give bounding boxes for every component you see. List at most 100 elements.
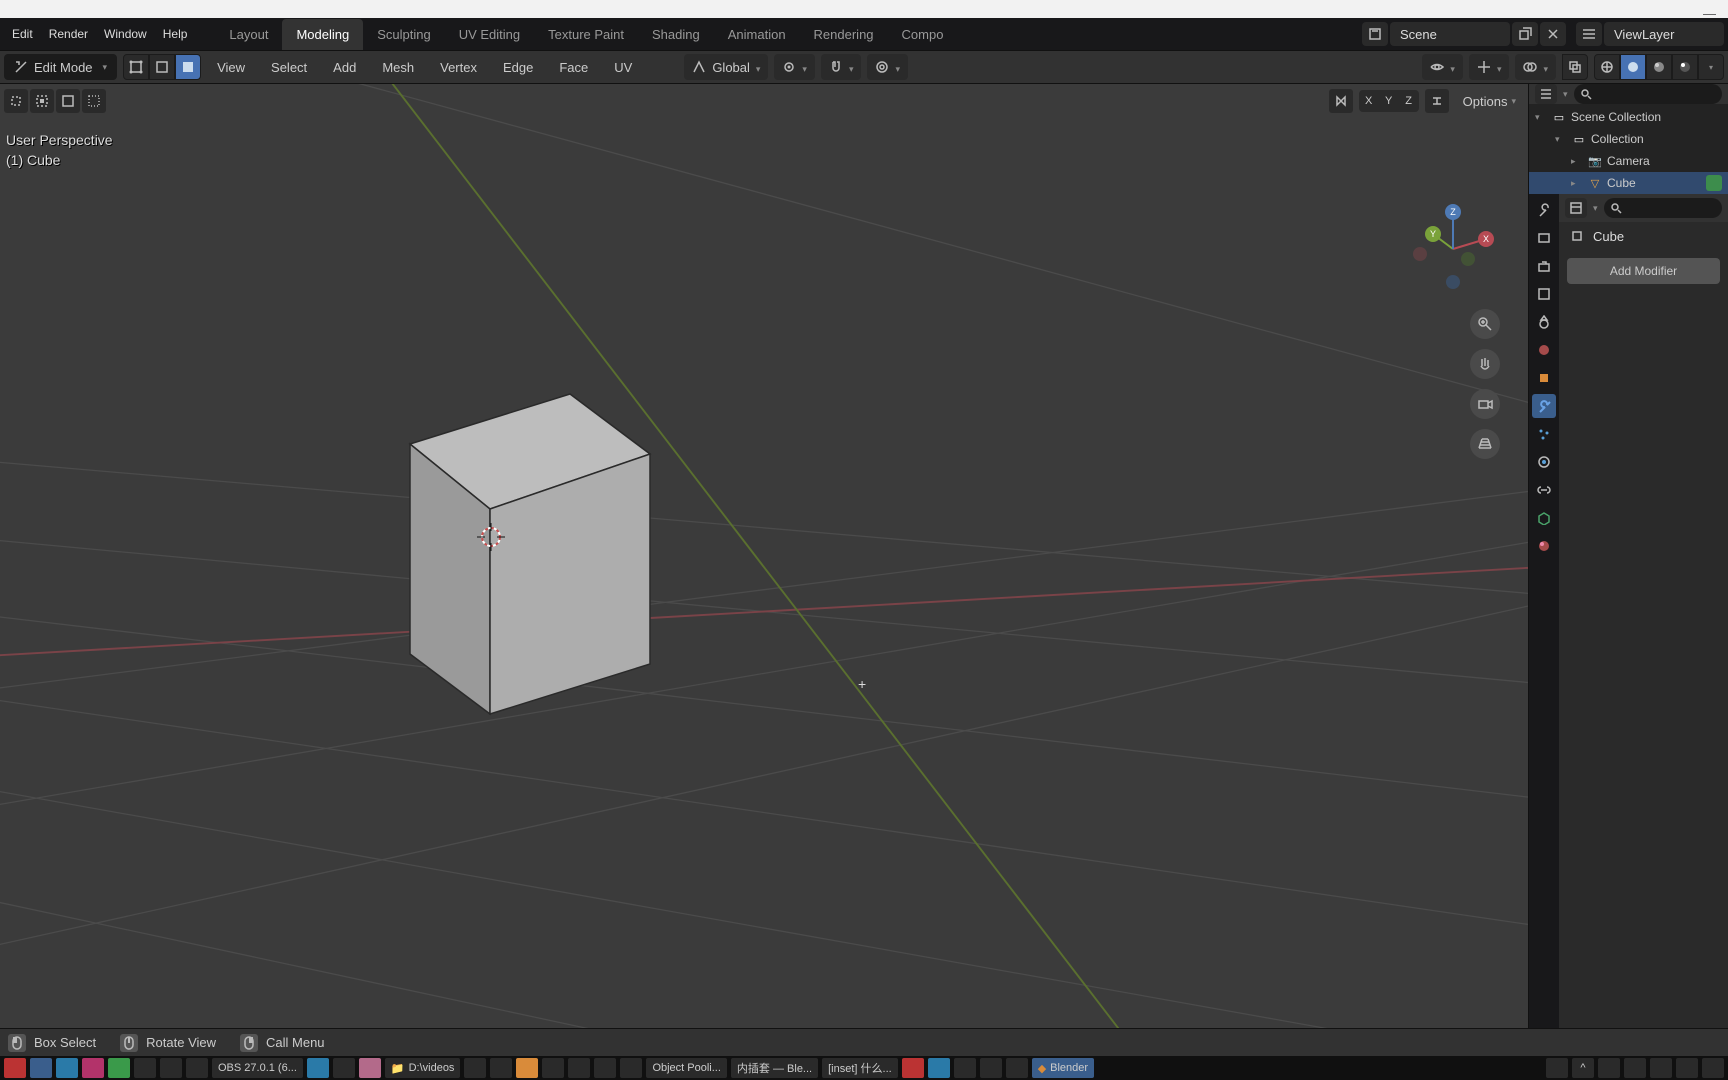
tray-icon-3[interactable] bbox=[1598, 1058, 1620, 1078]
perspective-icon[interactable] bbox=[1470, 429, 1500, 459]
snap-toggle[interactable] bbox=[821, 54, 862, 80]
selectmode-icon-3[interactable] bbox=[56, 89, 80, 113]
add-modifier-button[interactable]: Add Modifier bbox=[1567, 258, 1720, 284]
scene-delete-icon[interactable] bbox=[1540, 22, 1566, 46]
taskbar-app-21[interactable] bbox=[954, 1058, 976, 1078]
taskbar-app-15[interactable] bbox=[542, 1058, 564, 1078]
tab-layout[interactable]: Layout bbox=[215, 19, 282, 50]
taskbar-app-19[interactable] bbox=[902, 1058, 924, 1078]
pan-icon[interactable] bbox=[1470, 349, 1500, 379]
prop-tab-output[interactable] bbox=[1532, 254, 1556, 278]
tab-sculpting[interactable]: Sculpting bbox=[363, 19, 444, 50]
taskbar-browser-tab-3[interactable]: [inset] 什么... bbox=[822, 1058, 898, 1078]
taskbar-browser-tab-2[interactable]: 内插套 — Ble... bbox=[731, 1058, 818, 1078]
prop-tab-tool[interactable] bbox=[1532, 198, 1556, 222]
selectmode-icon-1[interactable] bbox=[4, 89, 28, 113]
toolbar-view[interactable]: View bbox=[207, 56, 255, 79]
mirror-icon[interactable] bbox=[1329, 89, 1353, 113]
tree-collection[interactable]: ▾ ▭ Collection bbox=[1529, 128, 1728, 150]
viewlayer-name-field[interactable]: ViewLayer bbox=[1604, 22, 1724, 46]
taskbar-app-9[interactable] bbox=[307, 1058, 329, 1078]
cube-mesh[interactable] bbox=[330, 384, 670, 744]
toolbar-add[interactable]: Add bbox=[323, 56, 366, 79]
toolbar-mesh[interactable]: Mesh bbox=[372, 56, 424, 79]
outliner-editor-icon[interactable] bbox=[1535, 84, 1557, 104]
solid-shading[interactable] bbox=[1620, 54, 1646, 80]
tab-modeling[interactable]: Modeling bbox=[282, 19, 363, 50]
edge-select-mode[interactable] bbox=[149, 54, 175, 80]
selectmode-icon-2[interactable] bbox=[30, 89, 54, 113]
taskbar-app-16[interactable] bbox=[568, 1058, 590, 1078]
toolbar-face[interactable]: Face bbox=[549, 56, 598, 79]
gizmo-dropdown[interactable] bbox=[1469, 54, 1510, 80]
selectmode-icon-4[interactable] bbox=[82, 89, 106, 113]
navigation-gizmo[interactable]: X Y Z bbox=[1408, 204, 1498, 294]
window-minimize[interactable]: — bbox=[1703, 6, 1716, 21]
proportional-edit[interactable] bbox=[867, 54, 908, 80]
transform-orientation[interactable]: Global bbox=[684, 54, 768, 80]
taskbar-app-6[interactable] bbox=[134, 1058, 156, 1078]
tray-icon-2[interactable]: ^ bbox=[1572, 1058, 1594, 1078]
taskbar-app-13[interactable] bbox=[490, 1058, 512, 1078]
taskbar-app-18[interactable] bbox=[620, 1058, 642, 1078]
prop-tab-world[interactable] bbox=[1532, 338, 1556, 362]
taskbar-app-23[interactable] bbox=[1006, 1058, 1028, 1078]
camera-icon[interactable] bbox=[1470, 389, 1500, 419]
vertex-select-mode[interactable] bbox=[123, 54, 149, 80]
pivot-point[interactable] bbox=[774, 54, 815, 80]
viewlayer-browse-icon[interactable] bbox=[1576, 22, 1602, 46]
tray-icon-1[interactable] bbox=[1546, 1058, 1568, 1078]
taskbar-browser-tab-1[interactable]: Object Pooli... bbox=[646, 1058, 726, 1078]
scene-name-field[interactable]: Scene bbox=[1390, 22, 1510, 46]
menu-help[interactable]: Help bbox=[155, 21, 196, 47]
outliner-search[interactable] bbox=[1574, 84, 1722, 104]
menu-edit[interactable]: Edit bbox=[4, 21, 41, 47]
3d-viewport[interactable]: + X Y Z Options User Perspect bbox=[0, 84, 1528, 1028]
taskbar-app-14[interactable] bbox=[516, 1058, 538, 1078]
overlays-dropdown[interactable] bbox=[1515, 54, 1556, 80]
taskbar-app-20[interactable] bbox=[928, 1058, 950, 1078]
tray-icon-4[interactable] bbox=[1624, 1058, 1646, 1078]
prop-tab-constraints[interactable] bbox=[1532, 478, 1556, 502]
prop-tab-mesh-data[interactable] bbox=[1532, 506, 1556, 530]
taskbar-app-2[interactable] bbox=[30, 1058, 52, 1078]
taskbar-app-1[interactable] bbox=[4, 1058, 26, 1078]
tree-scene-collection[interactable]: ▾ ▭ Scene Collection bbox=[1529, 106, 1728, 128]
taskbar-app-4[interactable] bbox=[82, 1058, 104, 1078]
mode-selector[interactable]: Edit Mode bbox=[4, 54, 117, 80]
toolbar-select[interactable]: Select bbox=[261, 56, 317, 79]
taskbar-folder[interactable]: 📁D:\videos bbox=[385, 1058, 461, 1078]
scene-browse-icon[interactable] bbox=[1362, 22, 1388, 46]
taskbar-app-8[interactable] bbox=[186, 1058, 208, 1078]
options-dropdown[interactable]: Options bbox=[1455, 90, 1524, 112]
toolbar-uv[interactable]: UV bbox=[604, 56, 642, 79]
automerge-icon[interactable] bbox=[1425, 89, 1449, 113]
zoom-icon[interactable] bbox=[1470, 309, 1500, 339]
tab-uv-editing[interactable]: UV Editing bbox=[445, 19, 534, 50]
taskbar-app-17[interactable] bbox=[594, 1058, 616, 1078]
tab-texture-paint[interactable]: Texture Paint bbox=[534, 19, 638, 50]
xray-toggle[interactable] bbox=[1562, 54, 1588, 80]
tab-shading[interactable]: Shading bbox=[638, 19, 714, 50]
prop-tab-viewlayer[interactable] bbox=[1532, 282, 1556, 306]
prop-tab-modifier[interactable] bbox=[1532, 394, 1556, 418]
taskbar-app-22[interactable] bbox=[980, 1058, 1002, 1078]
properties-search[interactable] bbox=[1604, 198, 1722, 218]
taskbar-app-5[interactable] bbox=[108, 1058, 130, 1078]
prop-tab-object[interactable] bbox=[1532, 366, 1556, 390]
taskbar-app-12[interactable] bbox=[464, 1058, 486, 1078]
menu-render[interactable]: Render bbox=[41, 21, 96, 47]
axis-y-toggle[interactable]: Y bbox=[1379, 90, 1399, 112]
wireframe-shading[interactable] bbox=[1594, 54, 1620, 80]
shading-options[interactable]: ▾ bbox=[1698, 54, 1724, 80]
tree-item-cube[interactable]: ▸ ▽ Cube bbox=[1529, 172, 1728, 194]
tray-icon-7[interactable] bbox=[1702, 1058, 1724, 1078]
toolbar-vertex[interactable]: Vertex bbox=[430, 56, 487, 79]
axis-x-toggle[interactable]: X bbox=[1359, 90, 1379, 112]
tab-compositing[interactable]: Compo bbox=[888, 19, 958, 50]
tab-animation[interactable]: Animation bbox=[714, 19, 800, 50]
prop-tab-scene[interactable] bbox=[1532, 310, 1556, 334]
prop-tab-particles[interactable] bbox=[1532, 422, 1556, 446]
taskbar-app-10[interactable] bbox=[333, 1058, 355, 1078]
tray-icon-5[interactable] bbox=[1650, 1058, 1672, 1078]
